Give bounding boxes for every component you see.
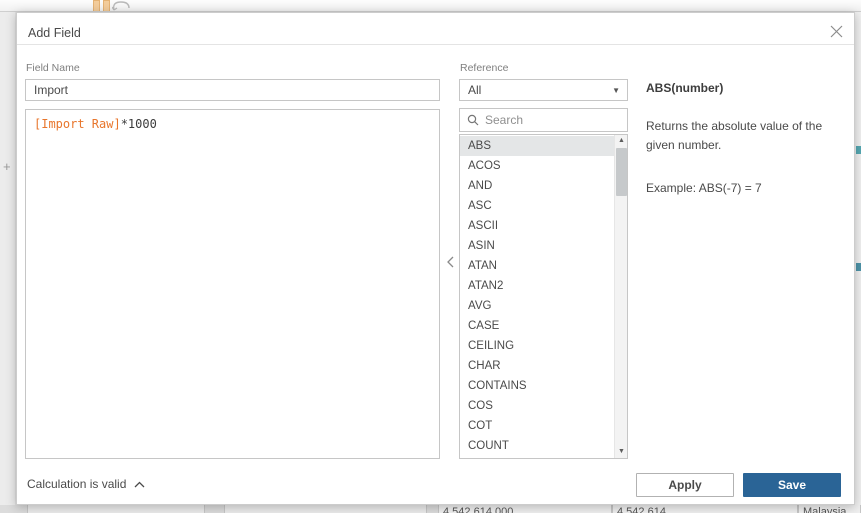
field-type-icon: [856, 263, 861, 271]
calculation-status[interactable]: Calculation is valid: [27, 477, 145, 491]
formula-editor[interactable]: [Import Raw]*1000: [25, 109, 440, 459]
function-item-asin[interactable]: ASIN: [460, 236, 614, 256]
scroll-up-icon[interactable]: ▲: [615, 135, 628, 147]
function-list: ABSACOSANDASCASCIIASINATANATAN2AVGCASECE…: [459, 134, 628, 459]
search-icon: [467, 114, 479, 126]
close-icon[interactable]: [827, 22, 845, 40]
grid-cell: 4,542,614,000: [438, 505, 612, 513]
calculation-status-text: Calculation is valid: [27, 477, 126, 491]
reference-label: Reference: [460, 62, 508, 74]
grid-cell: 4,542,614: [612, 505, 798, 513]
search-input[interactable]: [485, 113, 627, 127]
function-item-acos[interactable]: ACOS: [460, 156, 614, 176]
field-type-icon: [856, 146, 861, 154]
function-item-and[interactable]: AND: [460, 176, 614, 196]
function-item-atan[interactable]: ATAN: [460, 256, 614, 276]
background-top-strip: [0, 0, 861, 12]
formula-expression: *1000: [121, 117, 157, 131]
reference-dropdown-value: All: [468, 83, 481, 97]
function-item-count[interactable]: COUNT: [460, 436, 614, 456]
function-item-ceiling[interactable]: CEILING: [460, 336, 614, 356]
function-signature: ABS(number): [646, 81, 848, 95]
function-item-avg[interactable]: AVG: [460, 296, 614, 316]
function-item-contains[interactable]: CONTAINS: [460, 376, 614, 396]
reference-dropdown[interactable]: All ▼: [459, 79, 628, 101]
function-description: Returns the absolute value of the given …: [646, 117, 848, 155]
collapse-reference-chevron-icon[interactable]: [443, 253, 457, 271]
function-items: ABSACOSANDASCASCIIASINATANATAN2AVGCASECE…: [460, 136, 614, 456]
plus-icon: +: [3, 159, 11, 174]
bar-icon: [103, 0, 110, 11]
function-item-atan2[interactable]: ATAN2: [460, 276, 614, 296]
function-item-asc[interactable]: ASC: [460, 196, 614, 216]
formula-field-reference: [Import Raw]: [34, 117, 121, 131]
scrollbar-thumb[interactable]: [616, 148, 627, 196]
undo-curve-icon: [112, 0, 134, 11]
chevron-up-icon: [134, 481, 145, 488]
add-field-dialog: Add Field Field Name [Import Raw]*1000 R…: [16, 12, 855, 505]
dialog-title: Add Field: [28, 26, 81, 40]
grid-cell: [224, 505, 427, 513]
function-item-case[interactable]: CASE: [460, 316, 614, 336]
field-name-input[interactable]: [25, 79, 440, 101]
background-data-grid: 4,542,614,000 4,542,614 Malaysia: [0, 505, 861, 513]
function-item-cot[interactable]: COT: [460, 416, 614, 436]
function-search[interactable]: [459, 108, 628, 132]
function-example: Example: ABS(-7) = 7: [646, 181, 848, 195]
apply-button[interactable]: Apply: [636, 473, 734, 497]
function-item-char[interactable]: CHAR: [460, 356, 614, 376]
field-name-label: Field Name: [26, 62, 80, 74]
flow-step-icon: [93, 0, 133, 11]
bar-icon: [93, 0, 100, 11]
grid-cell: [27, 505, 205, 513]
function-doc-pane: ABS(number) Returns the absolute value o…: [646, 81, 848, 195]
chevron-down-icon: ▼: [612, 80, 620, 101]
grid-cell: Malaysia: [798, 505, 861, 513]
scroll-down-icon[interactable]: ▼: [615, 446, 628, 458]
title-divider: [17, 44, 854, 45]
function-item-abs[interactable]: ABS: [460, 136, 614, 156]
background-right-strip: [855, 12, 861, 505]
function-list-scrollbar[interactable]: ▲ ▼: [614, 135, 627, 458]
function-item-cos[interactable]: COS: [460, 396, 614, 416]
save-button[interactable]: Save: [743, 473, 841, 497]
function-item-ascii[interactable]: ASCII: [460, 216, 614, 236]
background-left-strip: +: [0, 12, 16, 505]
